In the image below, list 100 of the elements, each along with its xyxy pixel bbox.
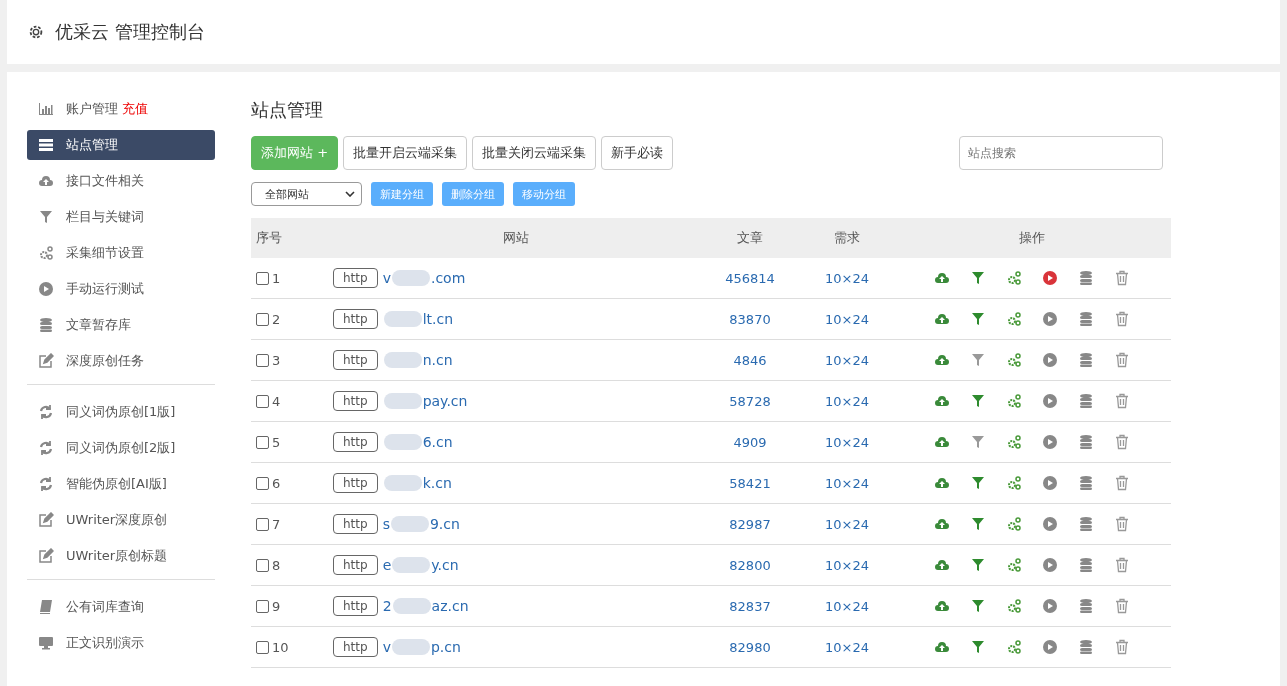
trash-icon[interactable]	[1114, 393, 1130, 409]
filter-icon[interactable]	[970, 352, 986, 368]
trash-icon[interactable]	[1114, 475, 1130, 491]
database-icon[interactable]	[1078, 598, 1094, 614]
demand-value[interactable]: 10×24	[825, 393, 869, 409]
sidebar-item[interactable]: 同义词伪原创[2版]	[27, 433, 215, 463]
cloud-upload-icon[interactable]	[934, 557, 950, 573]
sidebar-item[interactable]: 采集细节设置	[27, 238, 215, 268]
cloud-upload-icon[interactable]	[934, 516, 950, 532]
trash-icon[interactable]	[1114, 557, 1130, 573]
toolbar-button[interactable]: 新手必读	[601, 136, 674, 170]
play-icon[interactable]	[1042, 598, 1058, 614]
cloud-upload-icon[interactable]	[934, 311, 950, 327]
database-icon[interactable]	[1078, 475, 1094, 491]
gears-icon[interactable]	[1006, 270, 1022, 286]
play-icon[interactable]	[1042, 639, 1058, 655]
filter-icon[interactable]	[970, 270, 986, 286]
demand-value[interactable]: 10×24	[825, 639, 869, 655]
row-checkbox[interactable]	[256, 354, 269, 367]
demand-value[interactable]: 10×24	[825, 557, 869, 573]
gears-icon[interactable]	[1006, 598, 1022, 614]
database-icon[interactable]	[1078, 639, 1094, 655]
play-icon[interactable]	[1042, 270, 1058, 286]
toolbar-button[interactable]: 批量关闭云端采集	[472, 136, 597, 170]
sidebar-item[interactable]: UWriter原创标题	[27, 541, 215, 571]
article-count[interactable]: 82987	[729, 516, 771, 532]
article-count[interactable]: 58728	[729, 393, 771, 409]
article-count[interactable]: 4909	[733, 434, 767, 450]
sidebar-item[interactable]: 账户管理 充值	[27, 94, 215, 124]
filter-icon[interactable]	[970, 598, 986, 614]
row-checkbox[interactable]	[256, 559, 269, 572]
filter-icon[interactable]	[970, 393, 986, 409]
play-icon[interactable]	[1042, 516, 1058, 532]
play-icon[interactable]	[1042, 475, 1058, 491]
trash-icon[interactable]	[1114, 311, 1130, 327]
cloud-upload-icon[interactable]	[934, 434, 950, 450]
demand-value[interactable]: 10×24	[825, 598, 869, 614]
database-icon[interactable]	[1078, 434, 1094, 450]
database-icon[interactable]	[1078, 311, 1094, 327]
database-icon[interactable]	[1078, 557, 1094, 573]
article-count[interactable]: 82980	[729, 639, 771, 655]
trash-icon[interactable]	[1114, 352, 1130, 368]
row-checkbox[interactable]	[256, 272, 269, 285]
play-icon[interactable]	[1042, 311, 1058, 327]
demand-value[interactable]: 10×24	[825, 270, 869, 286]
sidebar-item[interactable]: 公有词库查询	[27, 592, 215, 622]
database-icon[interactable]	[1078, 516, 1094, 532]
sidebar-item[interactable]: 接口文件相关	[27, 166, 215, 196]
gears-icon[interactable]	[1006, 475, 1022, 491]
demand-value[interactable]: 10×24	[825, 475, 869, 491]
filter-icon[interactable]	[970, 311, 986, 327]
article-count[interactable]: 82800	[729, 557, 771, 573]
sidebar-item[interactable]: 手动运行测试	[27, 274, 215, 304]
cloud-upload-icon[interactable]	[934, 352, 950, 368]
cloud-upload-icon[interactable]	[934, 393, 950, 409]
row-checkbox[interactable]	[256, 641, 269, 654]
filter-icon[interactable]	[970, 475, 986, 491]
article-count[interactable]: 4846	[733, 352, 767, 368]
database-icon[interactable]	[1078, 393, 1094, 409]
article-count[interactable]: 58421	[729, 475, 771, 491]
demand-value[interactable]: 10×24	[825, 516, 869, 532]
sidebar-item[interactable]: 深度原创任务	[27, 346, 215, 376]
row-checkbox[interactable]	[256, 395, 269, 408]
row-checkbox[interactable]	[256, 518, 269, 531]
filter-icon[interactable]	[970, 516, 986, 532]
gears-icon[interactable]	[1006, 393, 1022, 409]
demand-value[interactable]: 10×24	[825, 311, 869, 327]
sidebar-item[interactable]: 正文识别演示	[27, 628, 215, 658]
row-checkbox[interactable]	[256, 436, 269, 449]
sidebar-item[interactable]: 栏目与关键词	[27, 202, 215, 232]
trash-icon[interactable]	[1114, 516, 1130, 532]
database-icon[interactable]	[1078, 270, 1094, 286]
sidebar-item[interactable]: 同义词伪原创[1版]	[27, 397, 215, 427]
gears-icon[interactable]	[1006, 352, 1022, 368]
group-select[interactable]: 全部网站	[251, 182, 362, 206]
toolbar-button[interactable]: 批量开启云端采集	[343, 136, 468, 170]
trash-icon[interactable]	[1114, 639, 1130, 655]
article-count[interactable]: 83870	[729, 311, 771, 327]
gears-icon[interactable]	[1006, 516, 1022, 532]
play-icon[interactable]	[1042, 557, 1058, 573]
play-icon[interactable]	[1042, 352, 1058, 368]
demand-value[interactable]: 10×24	[825, 434, 869, 450]
article-count[interactable]: 82837	[729, 598, 771, 614]
row-checkbox[interactable]	[256, 313, 269, 326]
filter-icon[interactable]	[970, 434, 986, 450]
sidebar-item[interactable]: 站点管理	[27, 130, 215, 160]
row-checkbox[interactable]	[256, 600, 269, 613]
sidebar-item[interactable]: 文章暂存库	[27, 310, 215, 340]
gears-icon[interactable]	[1006, 311, 1022, 327]
sidebar-item[interactable]: UWriter深度原创	[27, 505, 215, 535]
cloud-upload-icon[interactable]	[934, 270, 950, 286]
cloud-upload-icon[interactable]	[934, 598, 950, 614]
filter-icon[interactable]	[970, 557, 986, 573]
trash-icon[interactable]	[1114, 270, 1130, 286]
gears-icon[interactable]	[1006, 434, 1022, 450]
filter-icon[interactable]	[970, 639, 986, 655]
demand-value[interactable]: 10×24	[825, 352, 869, 368]
article-count[interactable]: 456814	[725, 270, 775, 286]
gears-icon[interactable]	[1006, 557, 1022, 573]
search-field[interactable]: 站点搜索	[959, 136, 1163, 170]
